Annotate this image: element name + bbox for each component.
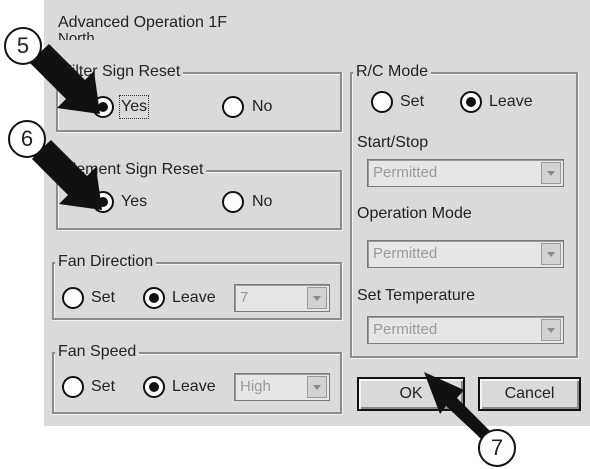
callout-step7: 7 xyxy=(478,429,516,467)
arrow-step5 xyxy=(30,44,100,114)
callout-step5: 5 xyxy=(4,27,42,65)
annotation-arrows xyxy=(30,44,494,446)
callout-step6: 6 xyxy=(8,120,46,158)
arrow-step6 xyxy=(32,140,102,210)
